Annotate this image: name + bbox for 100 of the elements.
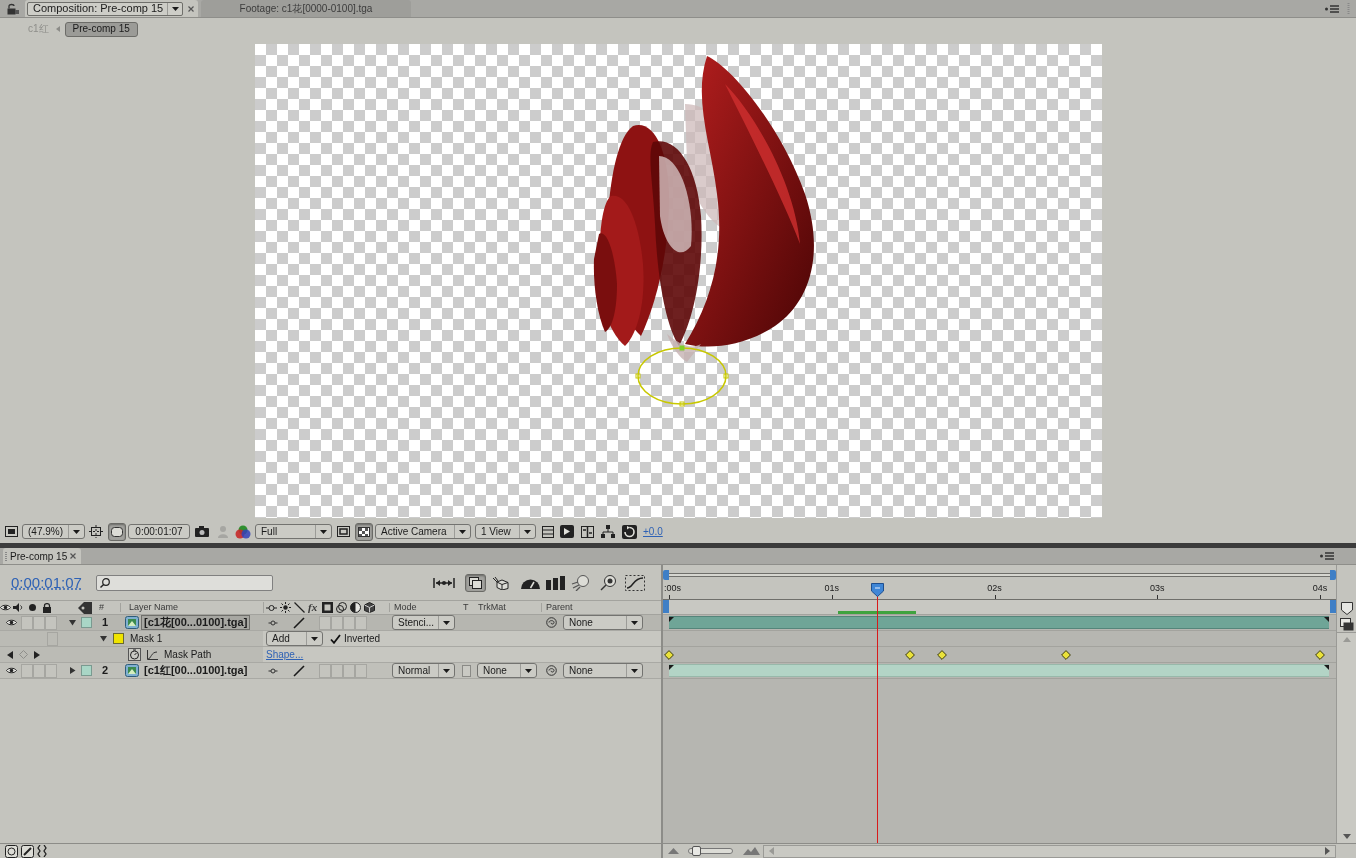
layer-row[interactable]: 2 [c1红[00...0100].tga] Normal None None bbox=[0, 663, 661, 679]
switch-toggle[interactable] bbox=[355, 663, 367, 678]
label-color-swatch[interactable] bbox=[81, 617, 92, 628]
half-circle-icon[interactable] bbox=[350, 602, 361, 613]
column-header[interactable]: Layer Name bbox=[129, 602, 179, 612]
horizontal-scrollbar[interactable] bbox=[763, 844, 1336, 858]
mode-dropdown[interactable]: Normal bbox=[392, 663, 455, 678]
lock-icon[interactable] bbox=[43, 602, 51, 613]
monitor-icon[interactable] bbox=[5, 526, 18, 537]
property-name-cell[interactable]: Mask Path bbox=[0, 647, 263, 662]
timecode-field[interactable]: 0:00:01:07 bbox=[128, 524, 190, 539]
timeline-tab[interactable]: Pre-comp 15 bbox=[3, 548, 82, 564]
bracket-arrows-icon[interactable] bbox=[432, 577, 455, 588]
switch-toggle[interactable] bbox=[33, 663, 45, 678]
zoom-slider[interactable] bbox=[688, 848, 733, 854]
layer-row[interactable]: 1 [c1花[00...0100].tga] Stenci... None bbox=[0, 615, 661, 631]
close-icon[interactable] bbox=[188, 5, 194, 12]
current-time-display[interactable]: 0:00:01:07 bbox=[11, 575, 82, 590]
view-layout-dropdown[interactable]: 1 View bbox=[475, 524, 536, 539]
stopwatch-icon[interactable] bbox=[128, 648, 141, 661]
switch-toggle[interactable] bbox=[45, 615, 57, 630]
split-panel-icon[interactable] bbox=[581, 525, 594, 538]
checkmark-icon[interactable] bbox=[330, 633, 341, 644]
mask-color-swatch[interactable] bbox=[113, 633, 124, 644]
switch-toggle[interactable] bbox=[343, 615, 355, 630]
breadcrumb[interactable]: Pre-comp 15 bbox=[64, 21, 138, 37]
cube-icon[interactable] bbox=[364, 602, 375, 613]
inverted-label[interactable]: Inverted bbox=[344, 631, 381, 646]
close-icon[interactable] bbox=[70, 553, 77, 559]
next-keyframe-icon[interactable] bbox=[34, 650, 40, 659]
eye-icon[interactable] bbox=[6, 667, 17, 674]
track-matte-dropdown[interactable]: None bbox=[477, 663, 537, 678]
navigator-handle[interactable] bbox=[663, 570, 669, 580]
overlapping-squares-icon[interactable] bbox=[1339, 617, 1354, 631]
zoom-in-mountain-icon[interactable] bbox=[743, 847, 760, 855]
framed-square-icon[interactable] bbox=[322, 602, 333, 613]
exposure-value[interactable]: +0.0 bbox=[643, 524, 663, 539]
lock-icon[interactable] bbox=[6, 2, 19, 15]
resolution-dropdown[interactable]: Full bbox=[255, 524, 332, 539]
spiral-icon[interactable] bbox=[546, 617, 557, 628]
camera-icon[interactable] bbox=[195, 526, 209, 537]
panel-menu-icon[interactable] bbox=[1325, 4, 1339, 13]
column-header[interactable]: fx bbox=[308, 602, 319, 613]
column-header[interactable]: Parent bbox=[546, 602, 573, 612]
transparency-grid-toggle[interactable] bbox=[355, 522, 373, 541]
switch-toggle[interactable] bbox=[319, 663, 331, 678]
column-header[interactable]: Mode bbox=[394, 602, 417, 612]
switch-toggle[interactable] bbox=[21, 615, 33, 630]
time-navigator-bar[interactable] bbox=[669, 573, 1330, 577]
slash-icon[interactable] bbox=[293, 616, 305, 629]
switch-toggle[interactable] bbox=[319, 615, 331, 630]
label-color-swatch[interactable] bbox=[81, 665, 92, 676]
cube-icon[interactable] bbox=[490, 575, 509, 590]
navigator-handle[interactable] bbox=[1330, 570, 1336, 580]
solo-dot-icon[interactable] bbox=[29, 604, 36, 611]
column-header[interactable]: TrkMat bbox=[478, 602, 506, 612]
composition-canvas[interactable] bbox=[254, 44, 1102, 518]
switch-toggle[interactable] bbox=[355, 615, 367, 630]
mask-mode-dropdown[interactable]: Add bbox=[266, 631, 323, 646]
keyframe-diamond-icon[interactable] bbox=[1315, 650, 1325, 660]
mask-visibility-toggle[interactable] bbox=[108, 522, 126, 541]
scroll-right-icon[interactable] bbox=[1325, 847, 1330, 855]
layer-name[interactable]: [c1红[00...0100].tga] bbox=[141, 663, 251, 678]
view-dropdown[interactable]: Active Camera bbox=[375, 524, 471, 539]
keyframe-diamond-icon[interactable] bbox=[904, 650, 915, 660]
live-update-toggle[interactable] bbox=[464, 573, 486, 592]
spiral-icon[interactable] bbox=[546, 665, 557, 676]
image-file-icon[interactable] bbox=[125, 616, 139, 629]
vertical-scrollbar[interactable] bbox=[1337, 632, 1356, 843]
image-file-icon[interactable] bbox=[125, 664, 139, 677]
expand-arrow-icon[interactable] bbox=[100, 635, 107, 642]
tag-icon[interactable] bbox=[78, 601, 92, 614]
braces-icon[interactable] bbox=[37, 845, 47, 857]
panel-menu-icon[interactable] bbox=[1320, 552, 1334, 560]
striped-square-icon[interactable] bbox=[542, 525, 554, 538]
slider-thumb[interactable] bbox=[691, 846, 701, 856]
mode-dropdown[interactable]: Stenci... bbox=[392, 615, 455, 630]
motion-blur-icon[interactable] bbox=[570, 574, 589, 591]
eye-icon[interactable] bbox=[6, 619, 17, 626]
track-area[interactable] bbox=[663, 615, 1336, 843]
play-icon[interactable] bbox=[560, 525, 574, 538]
viewer-tab[interactable]: Footage: c1花[0000-0100].tga bbox=[201, 0, 411, 17]
viewer-tab[interactable]: Composition: Pre-comp 15 bbox=[25, 0, 198, 17]
keyframe-diamond-icon[interactable] bbox=[937, 650, 948, 660]
work-area-handle[interactable] bbox=[663, 600, 669, 613]
nested-square-icon[interactable] bbox=[337, 526, 350, 537]
layer-name[interactable]: [c1花[00...0100].tga] bbox=[141, 615, 251, 630]
switch-toggle[interactable] bbox=[331, 663, 343, 678]
shield-icon[interactable] bbox=[1340, 601, 1353, 615]
composition-dropdown[interactable]: Composition: Pre-comp 15 bbox=[27, 1, 183, 16]
bar-chart-icon[interactable] bbox=[545, 575, 565, 590]
circle-square-icon[interactable] bbox=[5, 844, 18, 858]
magnification-dropdown[interactable]: (47.9%) bbox=[22, 524, 85, 539]
crosshair-square-icon[interactable] bbox=[89, 525, 103, 538]
search-field[interactable] bbox=[95, 574, 273, 591]
column-header[interactable]: # bbox=[99, 602, 104, 612]
expand-arrow-icon[interactable] bbox=[69, 667, 76, 674]
switch-toggle[interactable] bbox=[33, 615, 45, 630]
zoom-out-mountain-icon[interactable] bbox=[668, 848, 679, 854]
switch-toggle[interactable] bbox=[331, 615, 343, 630]
